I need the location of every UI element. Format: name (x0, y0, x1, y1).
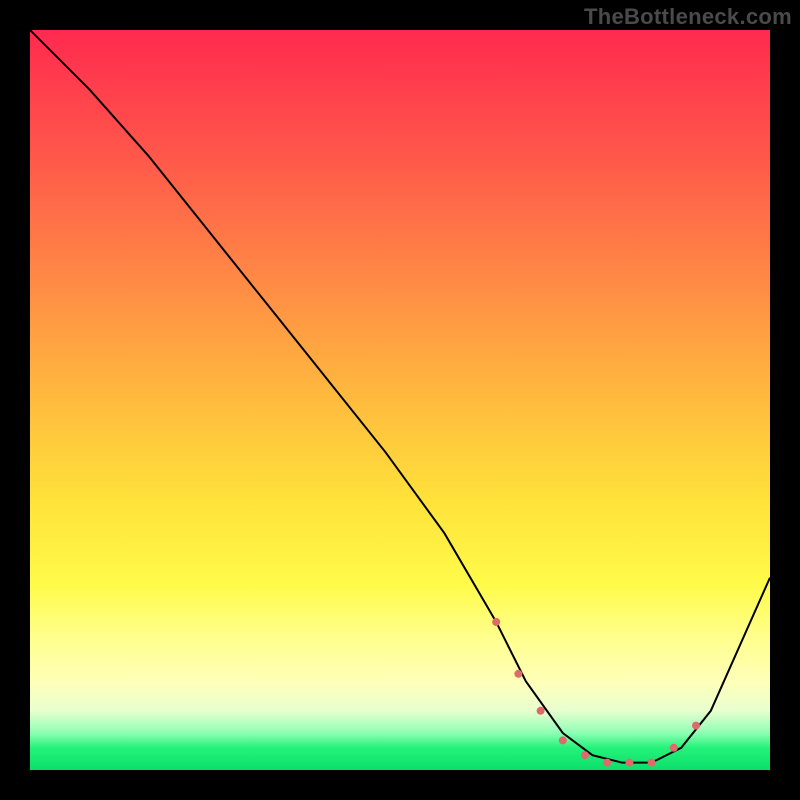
trough-dot (492, 618, 500, 626)
trough-dot (514, 670, 522, 678)
trough-dot (670, 744, 678, 752)
chart-svg (30, 30, 770, 770)
trough-dot (581, 751, 589, 759)
trough-dot (625, 759, 633, 767)
watermark-text: TheBottleneck.com (584, 4, 792, 30)
trough-dot (559, 736, 567, 744)
trough-dot (648, 759, 656, 767)
highlight-trough-dots (492, 618, 700, 767)
trough-dot (537, 707, 545, 715)
trough-dot (692, 722, 700, 730)
trough-dot (603, 759, 611, 767)
chart-frame: TheBottleneck.com (0, 0, 800, 800)
black-curve-line (30, 30, 770, 763)
